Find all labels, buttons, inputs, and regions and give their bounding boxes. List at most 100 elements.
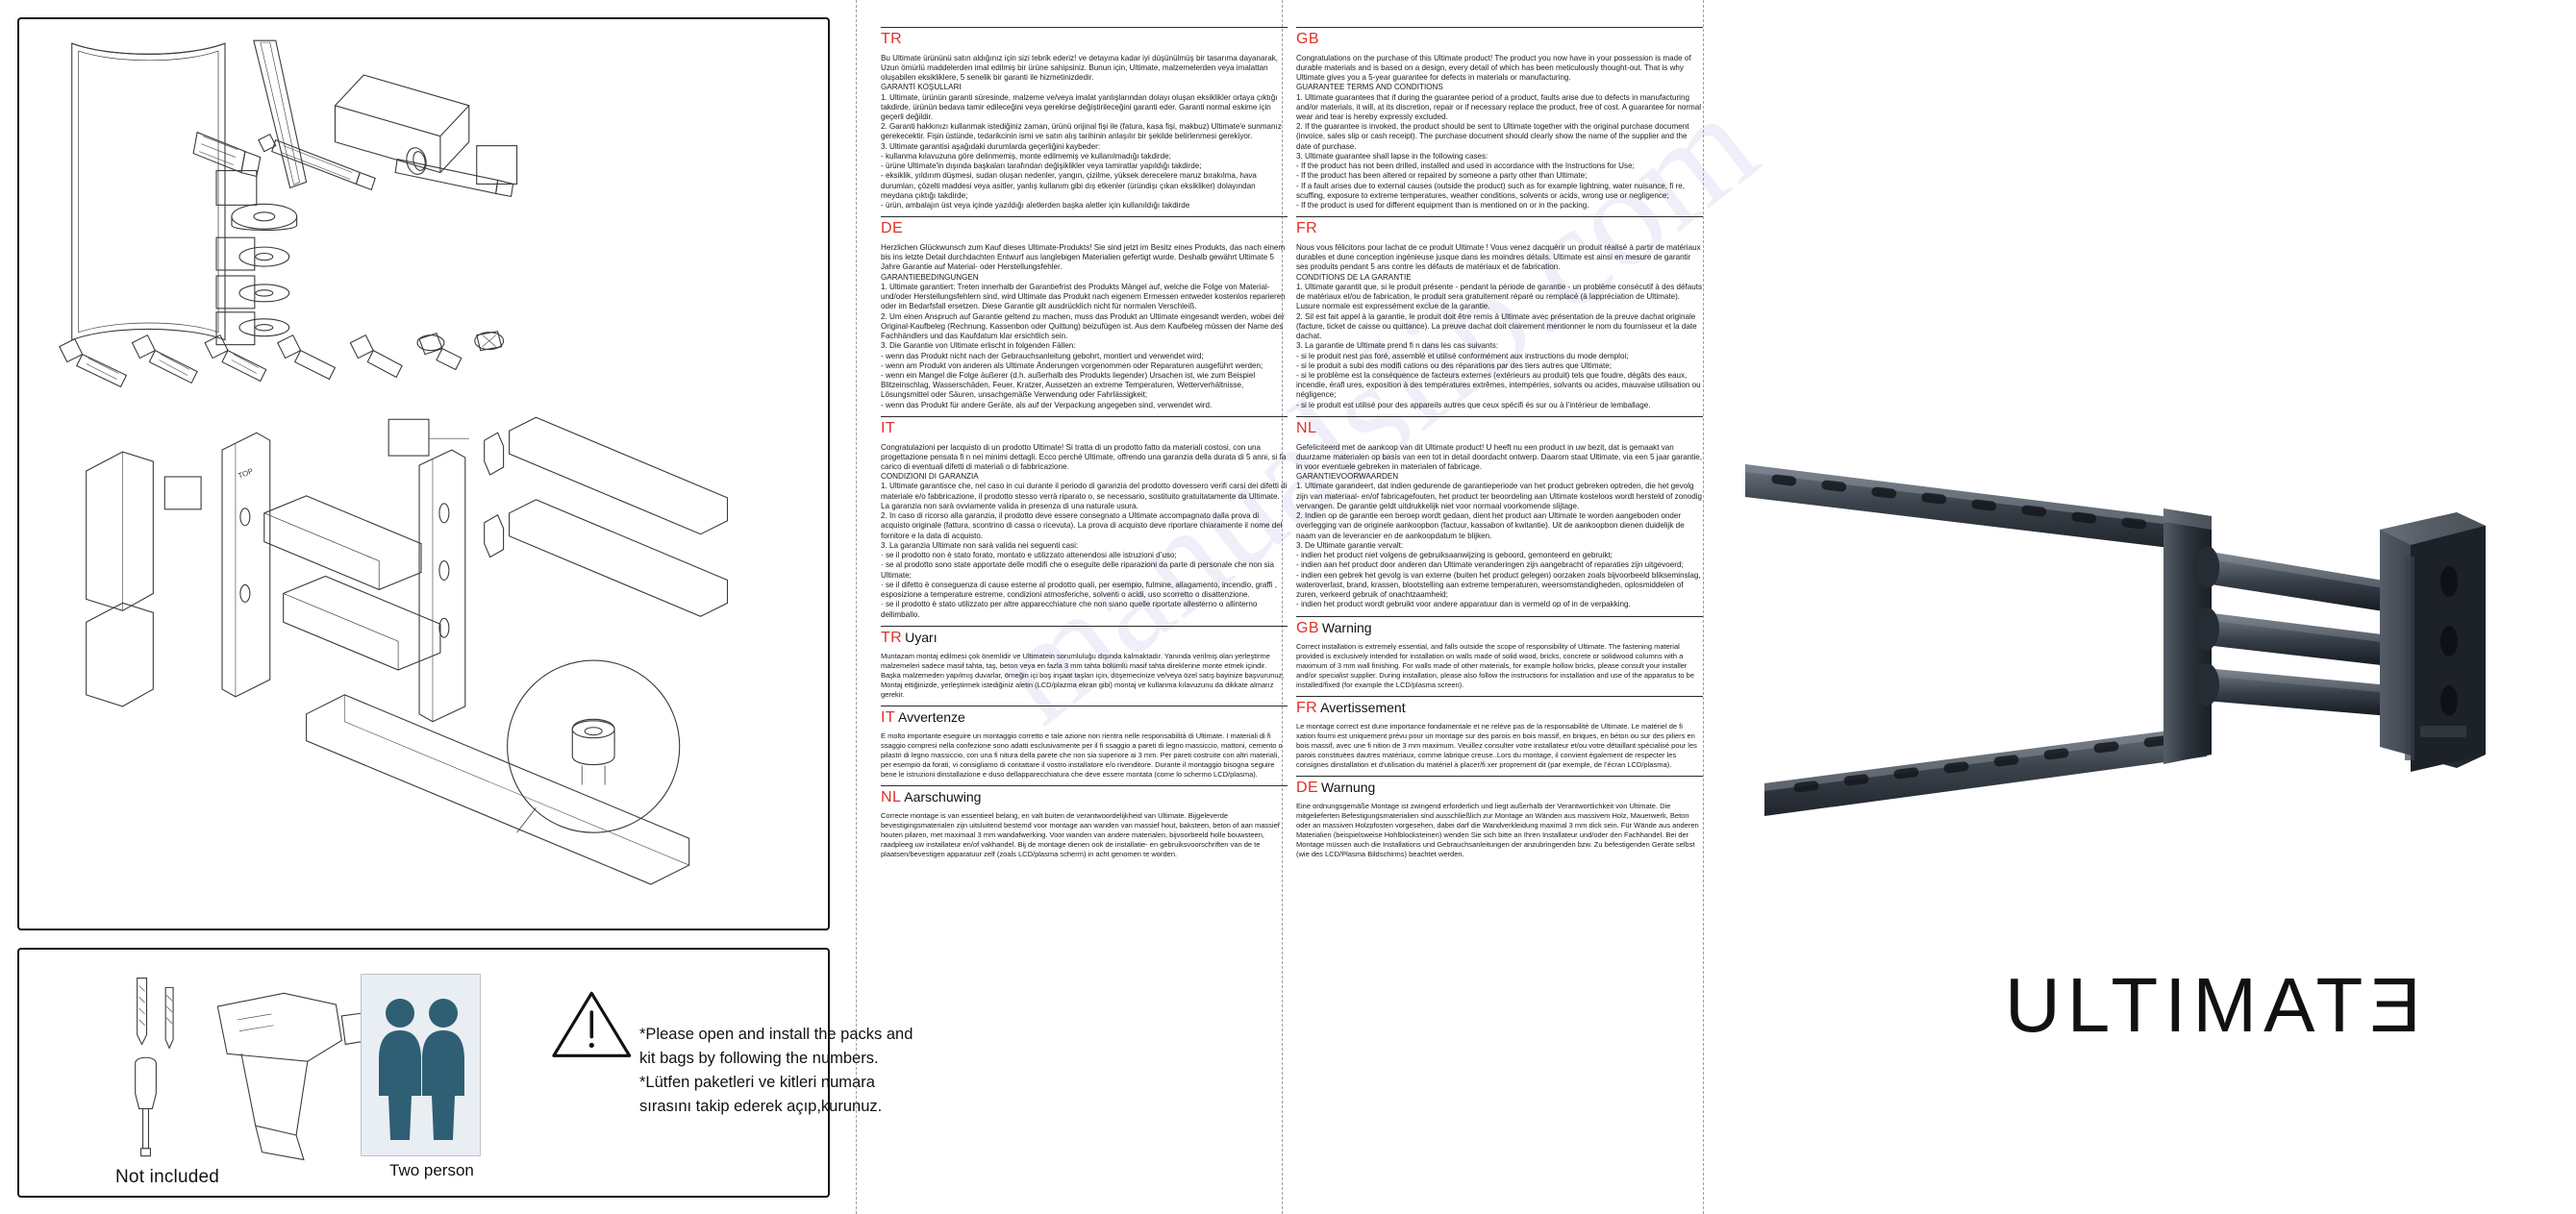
section-divider — [1296, 216, 1703, 218]
section-body: E molto importante eseguire un montaggio… — [881, 731, 1288, 779]
language-code: TR — [881, 629, 903, 646]
section-divider — [1296, 695, 1703, 697]
section-heading: DE — [881, 220, 1288, 237]
language-code: FR — [1296, 699, 1318, 716]
section-paragraph: Le montage correct est dune importance f… — [1296, 722, 1697, 769]
section-heading: NL — [1296, 420, 1703, 437]
section-heading: FR — [1296, 220, 1703, 237]
section-body: Le montage correct est dune importance f… — [1296, 722, 1703, 769]
section-paragraph: - si le produit nest pas foré, assemblé … — [1296, 351, 1629, 360]
section-heading: GB Warning — [1296, 620, 1703, 637]
section-paragraph: - eksiklik, yıldırım düşmesi, sudan oluş… — [881, 171, 1257, 200]
language-code: DE — [1296, 779, 1319, 796]
section-subtitle: Uyarı — [905, 629, 938, 645]
section-paragraph: - indien het product niet volgens de geb… — [1296, 551, 1613, 560]
section-paragraph: 2. Um einen Anspruch auf Garantie gelten… — [881, 311, 1285, 341]
section-paragraph: 3. De Ultimate garantie vervalt: — [1296, 540, 1404, 550]
section-body: Bu Ultimate ürününü satın aldığınız için… — [881, 54, 1288, 211]
warranty-section: IT Congratulazioni per lacquisto di un pr… — [881, 415, 1288, 620]
section-paragraph: GARANTIEBEDINGUNGEN — [881, 272, 979, 282]
section-paragraph: - wenn am Produkt von anderen als Ultima… — [881, 360, 1263, 370]
section-paragraph: Gefeliciteerd met de aankoop van dit Ult… — [1296, 442, 1703, 471]
warranty-section: FR Avertissement Le montage correct est du… — [1296, 695, 1703, 770]
svg-text:TOP: TOP — [237, 466, 254, 480]
language-code: GB — [1296, 619, 1319, 636]
section-paragraph: - si le produit est utilisé pour des app… — [1296, 400, 1651, 409]
section-body: Congratulations on the purchase of this … — [1296, 54, 1703, 211]
section-paragraph: - If the product is used for different e… — [1296, 201, 1589, 211]
section-divider — [1296, 415, 1703, 417]
section-paragraph: - indien aan het product door anderen da… — [1296, 560, 1684, 570]
section-paragraph: · se al prodotto sono state apportate de… — [881, 560, 1274, 580]
section-paragraph: - If the product has been altered or rep… — [1296, 171, 1588, 181]
section-paragraph: Muntazam montaj edilmesi çok önemlidir v… — [881, 652, 1285, 699]
parts-and-assembly-box: TOP — [17, 17, 830, 930]
section-paragraph: CONDIZIONI DI GARANZIA — [881, 472, 979, 482]
section-paragraph: Correct installation is extremely essent… — [1296, 642, 1694, 689]
warranty-section: GB Warning Correct installation is extreme… — [1296, 615, 1703, 690]
section-paragraph: - wenn ein Mangel die Folge äußerer (d.h… — [881, 370, 1256, 400]
section-paragraph: 3. Ultimate garantisi aşağıdaki durumlar… — [881, 141, 1101, 151]
language-code: GB — [1296, 31, 1319, 47]
section-paragraph: - kullanma kılavuzuna göre delinmemiş, m… — [881, 151, 1171, 161]
section-subtitle: Avvertenze — [898, 708, 965, 725]
section-heading: FR Avertissement — [1296, 700, 1703, 717]
section-paragraph: 3. La garanzia Ultimate non sarà valida … — [881, 540, 1079, 550]
language-code: DE — [881, 220, 904, 237]
section-heading: IT — [881, 420, 1288, 437]
section-paragraph: Herzlichen Glückwunsch zum Kauf dieses U… — [881, 242, 1286, 272]
warranty-section: TR Bu Ultimate ürününü satın aldığınız iç… — [881, 27, 1288, 211]
section-paragraph: Congratulazioni per lacquisto di un prod… — [881, 442, 1287, 471]
section-divider — [1296, 27, 1703, 28]
section-paragraph: Bu Ultimate ürününü satın aldığınız için… — [881, 53, 1278, 83]
section-paragraph: 1. Ultimate guarantees that if during th… — [1296, 92, 1702, 121]
two-person-caption: Two person — [389, 1161, 474, 1179]
section-paragraph: Correcte montage is van essentieel belan… — [881, 811, 1280, 858]
section-body: Herzlichen Glückwunsch zum Kauf dieses U… — [881, 243, 1288, 410]
section-body: Nous vous félicitons pour lachat de ce p… — [1296, 243, 1703, 410]
warranty-section: IT Avvertenze E molto importante eseguire … — [881, 705, 1288, 780]
section-body: Gefeliciteerd met de aankoop van dit Ult… — [1296, 443, 1703, 610]
two-person-glyph — [379, 999, 464, 1140]
section-paragraph: - If the product has not been drilled, i… — [1296, 161, 1635, 171]
warning-triangle-icon — [552, 991, 632, 1057]
section-heading: TR — [881, 31, 1288, 48]
section-heading: GB — [1296, 31, 1703, 48]
section-paragraph: - indien een gebrek het gevolg is van ex… — [1296, 570, 1701, 600]
warning-box: *Please open and install the packs and k… — [17, 948, 913, 1198]
section-divider — [881, 784, 1288, 786]
section-heading: DE Warnung — [1296, 780, 1703, 797]
section-body: Eine ordnungsgemäße Montage ist zwingend… — [1296, 802, 1703, 858]
section-paragraph: Nous vous félicitons pour lachat de ce p… — [1296, 242, 1701, 272]
section-paragraph: - If a fault arises due to external caus… — [1296, 181, 1685, 200]
warranty-section: NL Aarschuwing Correcte montage is van ess… — [881, 784, 1288, 859]
instruction-sheet-page: manualslib.com TOP *Please open and inst… — [0, 0, 2576, 1214]
section-paragraph: GARANTIEVOORWAARDEN — [1296, 472, 1399, 482]
language-code: TR — [881, 31, 903, 47]
section-paragraph: GUARANTEE TERMS AND CONDITIONS — [1296, 83, 1443, 92]
cut-guide-3 — [1703, 0, 1704, 1214]
section-paragraph: 1. Ultimate garantit que, si le produit … — [1296, 282, 1703, 311]
section-paragraph: 1. Ultimate garantiert: Treten innerhalb… — [881, 282, 1286, 311]
section-heading: NL Aarschuwing — [881, 789, 1288, 806]
language-code: NL — [1296, 419, 1317, 436]
section-paragraph: Congratulations on the purchase of this … — [1296, 53, 1691, 83]
section-body: Correcte montage is van essentieel belan… — [881, 811, 1288, 858]
section-paragraph: 2. Sil est fait appel à la garantie, le … — [1296, 311, 1697, 341]
section-divider — [881, 27, 1288, 28]
warranty-section: GB Congratulations on the purchase of thi… — [1296, 27, 1703, 211]
section-paragraph: GARANTİ KOŞULLARI — [881, 83, 962, 92]
section-subtitle: Warning — [1321, 619, 1372, 635]
tv-mount-render — [1745, 464, 2486, 816]
section-paragraph: - si le produit a subi des modifi cation… — [1296, 360, 1612, 370]
not-included-caption: Not included — [115, 1167, 220, 1187]
section-divider — [1296, 775, 1703, 777]
section-paragraph: 3. Die Garantie von Ultimate erlischt in… — [881, 341, 1076, 351]
section-paragraph: - ürüne Ultimate'in dışında başkaları ta… — [881, 161, 1202, 171]
section-subtitle: Aarschuwing — [904, 788, 982, 805]
section-heading: IT Avvertenze — [881, 709, 1288, 727]
section-body: Correct installation is extremely essent… — [1296, 642, 1703, 689]
section-paragraph: E molto importante eseguire un montaggio… — [881, 731, 1283, 779]
section-divider — [881, 415, 1288, 417]
section-divider — [881, 625, 1288, 627]
